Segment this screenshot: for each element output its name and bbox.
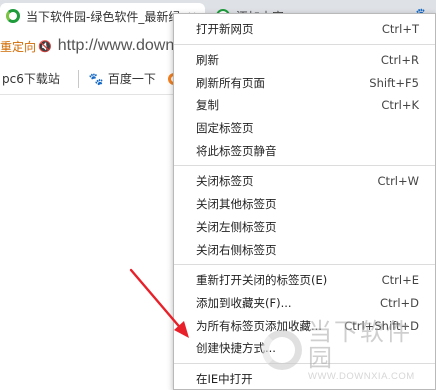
menu-item-label: 复制 (196, 98, 219, 113)
menu-item-add-to-favorites[interactable]: 添加到收藏夹(F)... Ctrl+D (174, 292, 435, 315)
menu-item-label: 关闭其他标签页 (196, 197, 277, 212)
menu-item-label: 在IE中打开 (196, 371, 253, 386)
bookmark-divider (77, 69, 79, 88)
menu-item-close-left-tabs[interactable]: 关闭左侧标签页 (174, 216, 435, 239)
menu-item-refresh[interactable]: 刷新 Ctrl+R (174, 49, 435, 72)
menu-item-close-other-tabs[interactable]: 关闭其他标签页 (174, 193, 435, 216)
menu-item-label: 刷新 (196, 53, 219, 68)
menu-separator (174, 362, 435, 364)
menu-item-shortcut: Ctrl+W (377, 174, 419, 189)
bookmark-label: 百度一下 (107, 72, 156, 86)
menu-item-reopen-closed-tab[interactable]: 重新打开关闭的标签页(E) Ctrl+E (174, 269, 435, 292)
menu-item-label: 创建快捷方式... (196, 341, 276, 356)
menu-item-mute-tab[interactable]: 将此标签页静音 (174, 139, 435, 162)
menu-item-shortcut: Ctrl+Shift+D (344, 318, 419, 333)
menu-item-close-tab[interactable]: 关闭标签页 Ctrl+W (174, 170, 435, 193)
menu-item-refresh-all[interactable]: 刷新所有页面 Shift+F5 (174, 71, 435, 94)
menu-separator (174, 43, 435, 45)
menu-item-new-page[interactable]: 打开新网页 Ctrl+T (174, 18, 435, 41)
menu-item-create-shortcut[interactable]: 创建快捷方式... (174, 337, 435, 360)
bookmark-item[interactable]: pc6下载站 (2, 70, 60, 87)
baidu-paw-icon: 🐾 (88, 71, 104, 86)
menu-item-label: 添加到收藏夹(F)... (196, 295, 292, 310)
redirect-label: 重定向 (0, 39, 37, 54)
menu-separator (174, 263, 435, 265)
menu-item-bookmark-all-tabs[interactable]: 为所有标签页添加收藏... Ctrl+Shift+D (174, 314, 435, 337)
menu-separator (174, 165, 435, 167)
menu-item-shortcut: Ctrl+R (380, 53, 419, 68)
bookmark-item[interactable]: 🐾 百度一下 (89, 70, 156, 87)
menu-item-label: 将此标签页静音 (196, 143, 277, 158)
menu-item-label: 为所有标签页添加收藏... (196, 318, 322, 333)
tab-context-menu: 打开新网页 Ctrl+T 刷新 Ctrl+R 刷新所有页面 Shift+F5 复… (173, 13, 436, 390)
tab-title: 当下软件园-绿色软件_最新绿 (26, 9, 181, 24)
url-text[interactable]: http://www.downx (58, 37, 183, 55)
muted-speaker-icon[interactable]: 🔇 (38, 40, 52, 53)
menu-item-label: 打开新网页 (196, 22, 254, 37)
menu-item-shortcut: Ctrl+T (381, 22, 419, 37)
menu-item-shortcut: Ctrl+D (380, 295, 419, 310)
menu-item-label: 固定标签页 (196, 121, 254, 136)
menu-item-label: 关闭标签页 (196, 174, 254, 189)
menu-item-pin-tab[interactable]: 固定标签页 (174, 117, 435, 140)
menu-item-shortcut: Shift+F5 (369, 75, 419, 90)
bookmark-label: pc6下载站 (2, 72, 60, 86)
menu-item-shortcut: Ctrl+K (381, 98, 419, 113)
menu-item-close-right-tabs[interactable]: 关闭右侧标签页 (174, 238, 435, 261)
menu-item-open-in-ie[interactable]: 在IE中打开 (174, 368, 435, 390)
menu-item-duplicate[interactable]: 复制 Ctrl+K (174, 94, 435, 117)
menu-item-label: 关闭右侧标签页 (196, 242, 277, 257)
menu-item-label: 重新打开关闭的标签页(E) (196, 273, 328, 288)
menu-item-label: 刷新所有页面 (196, 75, 265, 90)
menu-item-label: 关闭左侧标签页 (196, 219, 277, 234)
menu-item-shortcut: Ctrl+E (381, 273, 419, 288)
downxia-logo-icon (6, 9, 20, 23)
